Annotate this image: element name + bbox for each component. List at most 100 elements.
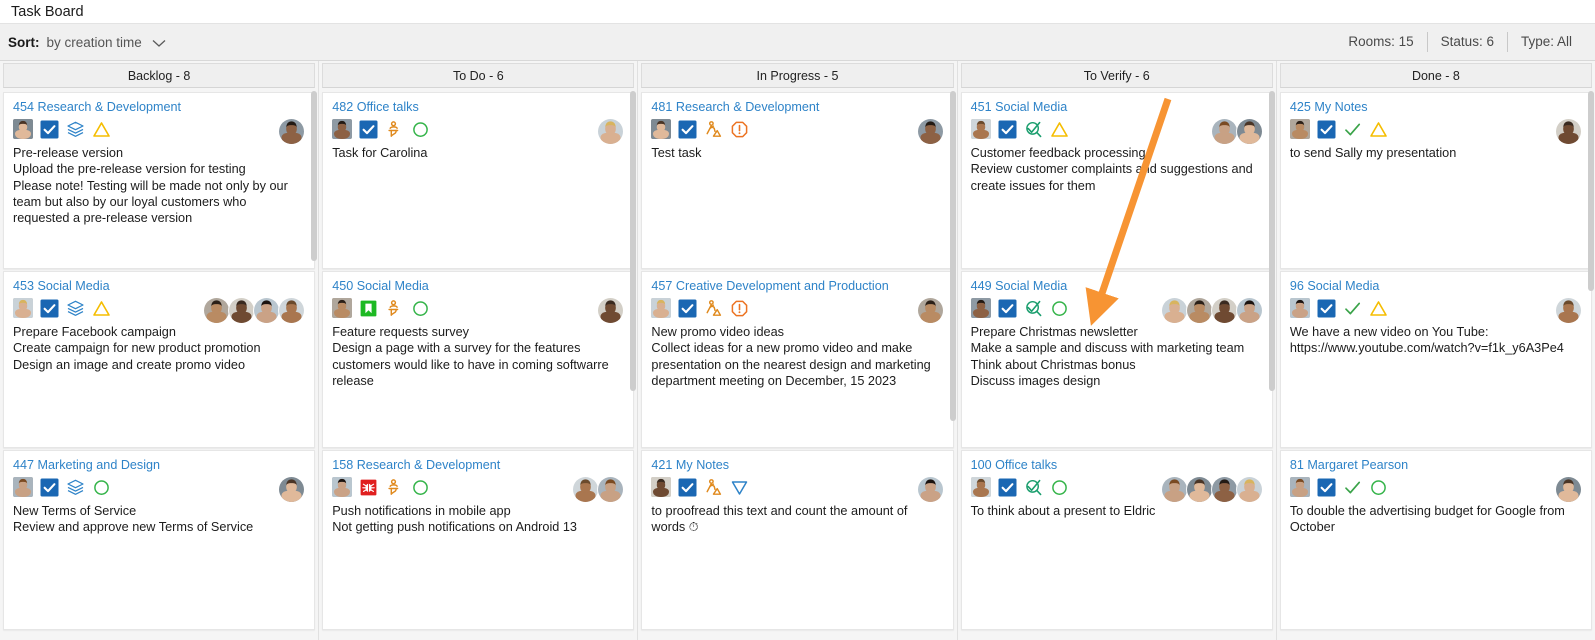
task-card[interactable]: 457 Creative Development and ProductionN… bbox=[641, 271, 953, 448]
scrollbar-thumb[interactable] bbox=[950, 91, 956, 421]
task-card[interactable]: 482 Office talksTask for Carolina bbox=[322, 92, 634, 269]
triangle-warning-icon[interactable] bbox=[1050, 120, 1069, 139]
checkbox-icon[interactable] bbox=[359, 120, 378, 139]
task-card[interactable]: 453 Social MediaPrepare Facebook campaig… bbox=[3, 271, 315, 448]
task-card-title[interactable]: 447 Marketing and Design bbox=[13, 458, 305, 472]
task-card-title[interactable]: 482 Office talks bbox=[332, 100, 624, 114]
column-scrollbar[interactable] bbox=[950, 91, 956, 640]
circle-open-icon[interactable] bbox=[411, 299, 430, 318]
column-header-toverify[interactable]: To Verify - 6 bbox=[961, 63, 1273, 88]
column-header-done[interactable]: Done - 8 bbox=[1280, 63, 1592, 88]
avatar[interactable] bbox=[253, 297, 280, 324]
checkbox-icon[interactable] bbox=[1317, 120, 1336, 139]
avatar[interactable] bbox=[1211, 297, 1238, 324]
task-card[interactable]: 158 Research & DevelopmentPush notificat… bbox=[322, 450, 634, 630]
avatar[interactable] bbox=[917, 118, 944, 145]
circle-open-icon[interactable] bbox=[411, 120, 430, 139]
exclamation-octagon-icon[interactable] bbox=[730, 299, 749, 318]
checkbox-icon[interactable] bbox=[40, 478, 59, 497]
exclamation-octagon-icon[interactable] bbox=[730, 120, 749, 139]
avatar[interactable] bbox=[1161, 297, 1188, 324]
scrollbar-thumb[interactable] bbox=[1269, 91, 1275, 391]
filter-status[interactable]: Status: 6 bbox=[1428, 31, 1507, 53]
circle-open-icon[interactable] bbox=[92, 478, 111, 497]
task-card-title[interactable]: 100 Office talks bbox=[971, 458, 1263, 472]
column-scrollbar[interactable] bbox=[311, 91, 317, 640]
task-card[interactable]: 96 Social MediaWe have a new video on Yo… bbox=[1280, 271, 1592, 448]
column-header-todo[interactable]: To Do - 6 bbox=[322, 63, 634, 88]
checkbox-icon[interactable] bbox=[40, 120, 59, 139]
task-card-title[interactable]: 81 Margaret Pearson bbox=[1290, 458, 1582, 472]
person-task-icon[interactable] bbox=[385, 120, 404, 139]
avatar[interactable] bbox=[1211, 476, 1238, 503]
avatar[interactable] bbox=[1555, 476, 1582, 503]
avatar[interactable] bbox=[597, 297, 624, 324]
owner-avatar[interactable] bbox=[651, 119, 671, 139]
check-icon[interactable] bbox=[1343, 299, 1362, 318]
avatar[interactable] bbox=[1555, 297, 1582, 324]
check-icon[interactable] bbox=[1343, 120, 1362, 139]
owner-avatar[interactable] bbox=[971, 477, 991, 497]
sort-value[interactable]: by creation time bbox=[47, 35, 142, 50]
column-scrollbar[interactable] bbox=[630, 91, 636, 640]
avatar[interactable] bbox=[203, 297, 230, 324]
circle-open-icon[interactable] bbox=[1050, 299, 1069, 318]
task-card-title[interactable]: 450 Social Media bbox=[332, 279, 624, 293]
column-scrollbar[interactable] bbox=[1269, 91, 1275, 640]
owner-avatar[interactable] bbox=[13, 119, 33, 139]
owner-avatar[interactable] bbox=[332, 477, 352, 497]
avatar[interactable] bbox=[1236, 118, 1263, 145]
avatar[interactable] bbox=[597, 476, 624, 503]
filter-rooms[interactable]: Rooms: 15 bbox=[1335, 31, 1426, 53]
task-card[interactable]: 451 Social MediaCustomer feedback proces… bbox=[961, 92, 1273, 269]
checkbox-icon[interactable] bbox=[1317, 299, 1336, 318]
triangle-warning-icon[interactable] bbox=[92, 120, 111, 139]
triangle-warning-icon[interactable] bbox=[1369, 120, 1388, 139]
column-header-inprogress[interactable]: In Progress - 5 bbox=[641, 63, 953, 88]
scrollbar-thumb[interactable] bbox=[311, 91, 317, 261]
checkbox-icon[interactable] bbox=[678, 299, 697, 318]
task-card[interactable]: 454 Research & DevelopmentPre-release ve… bbox=[3, 92, 315, 269]
chevron-down-icon[interactable] bbox=[152, 39, 166, 48]
avatar[interactable] bbox=[1555, 118, 1582, 145]
task-card[interactable]: 425 My Notesto send Sally my presentatio… bbox=[1280, 92, 1592, 269]
task-card[interactable]: 481 Research & DevelopmentTest task bbox=[641, 92, 953, 269]
bookmark-icon[interactable] bbox=[359, 299, 378, 318]
task-card-title[interactable]: 453 Social Media bbox=[13, 279, 305, 293]
work-in-progress-icon[interactable] bbox=[704, 299, 723, 318]
avatar[interactable] bbox=[1236, 476, 1263, 503]
stack-icon[interactable] bbox=[66, 120, 85, 139]
avatar[interactable] bbox=[1186, 297, 1213, 324]
task-card[interactable]: 100 Office talksTo think about a present… bbox=[961, 450, 1273, 630]
avatar[interactable] bbox=[917, 476, 944, 503]
owner-avatar[interactable] bbox=[971, 119, 991, 139]
column-header-backlog[interactable]: Backlog - 8 bbox=[3, 63, 315, 88]
avatar[interactable] bbox=[278, 118, 305, 145]
checkbox-icon[interactable] bbox=[40, 299, 59, 318]
check-icon[interactable] bbox=[1343, 478, 1362, 497]
triangle-warning-icon[interactable] bbox=[92, 299, 111, 318]
task-card-title[interactable]: 96 Social Media bbox=[1290, 279, 1582, 293]
checkbox-icon[interactable] bbox=[998, 478, 1017, 497]
checkbox-icon[interactable] bbox=[1317, 478, 1336, 497]
avatar[interactable] bbox=[1236, 297, 1263, 324]
task-card[interactable]: 450 Social MediaFeature requests surveyD… bbox=[322, 271, 634, 448]
work-in-progress-icon[interactable] bbox=[704, 478, 723, 497]
avatar[interactable] bbox=[278, 476, 305, 503]
task-card-title[interactable]: 425 My Notes bbox=[1290, 100, 1582, 114]
checkbox-icon[interactable] bbox=[678, 120, 697, 139]
owner-avatar[interactable] bbox=[1290, 298, 1310, 318]
triangle-down-icon[interactable] bbox=[730, 478, 749, 497]
task-card[interactable]: 447 Marketing and DesignNew Terms of Ser… bbox=[3, 450, 315, 630]
owner-avatar[interactable] bbox=[651, 477, 671, 497]
task-card-title[interactable]: 454 Research & Development bbox=[13, 100, 305, 114]
check-magnifier-icon[interactable] bbox=[1024, 299, 1043, 318]
owner-avatar[interactable] bbox=[1290, 119, 1310, 139]
task-card-title[interactable]: 449 Social Media bbox=[971, 279, 1263, 293]
avatar[interactable] bbox=[597, 118, 624, 145]
bug-icon[interactable] bbox=[359, 478, 378, 497]
avatar[interactable] bbox=[228, 297, 255, 324]
task-card[interactable]: 449 Social MediaPrepare Christmas newsle… bbox=[961, 271, 1273, 448]
work-in-progress-icon[interactable] bbox=[704, 120, 723, 139]
owner-avatar[interactable] bbox=[332, 119, 352, 139]
